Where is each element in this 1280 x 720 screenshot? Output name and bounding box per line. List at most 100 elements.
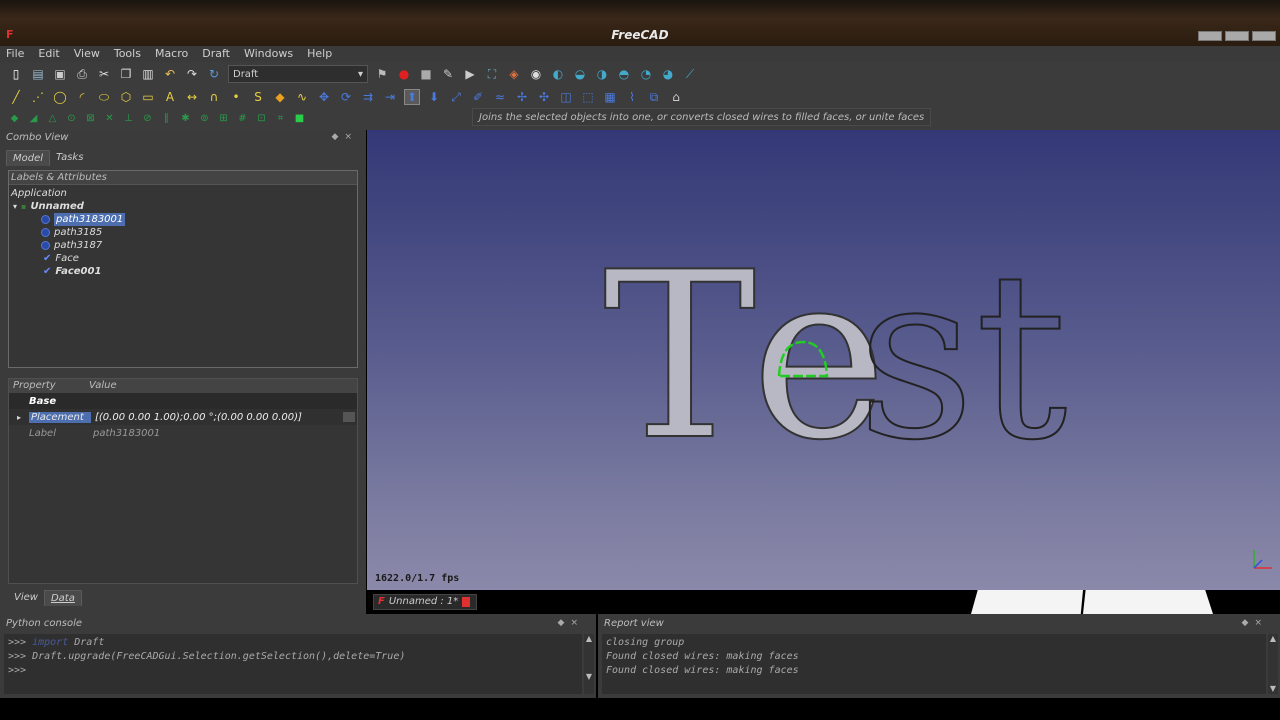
snap-near-icon[interactable]: ⊚	[198, 113, 211, 126]
redo-icon[interactable]: ↷	[184, 66, 200, 82]
workbench-selector[interactable]: Draft ▾	[228, 65, 368, 83]
tree-item[interactable]: ✔ Face	[43, 252, 79, 265]
point-icon[interactable]: •	[228, 89, 244, 105]
snap-lock-icon[interactable]: ◆	[8, 113, 21, 126]
draw-style-icon[interactable]: ◈	[506, 66, 522, 82]
tree-item[interactable]: path3187	[41, 239, 102, 252]
report-view-text[interactable]: closing group Found closed wires: making…	[602, 634, 1266, 694]
shape-2d-view-icon[interactable]: ◫	[558, 89, 574, 105]
trimex-icon[interactable]: ⇥	[382, 89, 398, 105]
cut-icon[interactable]: ✂	[96, 66, 112, 82]
copy-icon[interactable]: ❐	[118, 66, 134, 82]
text-icon[interactable]: A	[162, 89, 178, 105]
record-macro-icon[interactable]: ●	[396, 66, 412, 82]
menu-windows[interactable]: Windows	[244, 46, 293, 62]
ellipse-icon[interactable]: ⬭	[96, 89, 112, 105]
menu-view[interactable]: View	[74, 46, 100, 62]
bspline-icon[interactable]: ∩	[206, 89, 222, 105]
del-point-icon[interactable]: ✣	[536, 89, 552, 105]
edit-placement-button[interactable]	[343, 412, 355, 422]
snap-center-icon[interactable]: ⊙	[65, 113, 78, 126]
edit-icon[interactable]: ✐	[470, 89, 486, 105]
rectangle-icon[interactable]: ▭	[140, 89, 156, 105]
open-document-icon[interactable]: ▤	[30, 66, 46, 82]
expand-arrow-icon[interactable]: ▸	[9, 413, 29, 422]
view-right-icon[interactable]: ◑	[594, 66, 610, 82]
scroll-down-icon[interactable]: ▼	[1268, 684, 1278, 694]
menu-file[interactable]: File	[6, 46, 24, 62]
measure-distance-icon[interactable]: ⟋	[682, 66, 698, 82]
tab-model[interactable]: Model	[6, 150, 51, 166]
snap-extension-icon[interactable]: ⊘	[141, 113, 154, 126]
draft-2-sketch-icon[interactable]: ⬚	[580, 89, 596, 105]
snap-dimensions-icon[interactable]: ⌗	[274, 113, 287, 126]
scroll-up-icon[interactable]: ▲	[584, 634, 594, 644]
scroll-down-icon[interactable]: ▼	[584, 672, 594, 682]
refresh-icon[interactable]: ↻	[206, 66, 222, 82]
stop-macro-icon[interactable]: ■	[418, 66, 434, 82]
snap-special-icon[interactable]: ✱	[179, 113, 192, 126]
fit-all-icon[interactable]: ⛶	[484, 66, 500, 82]
move-icon[interactable]: ✥	[316, 89, 332, 105]
save-icon[interactable]: ▣	[52, 66, 68, 82]
line-icon[interactable]: ╱	[8, 89, 24, 105]
tree-document[interactable]: ▾ ▪ Unnamed	[13, 200, 84, 213]
snap-perpendicular-icon[interactable]: ⊥	[122, 113, 135, 126]
view-front-icon[interactable]: ◐	[550, 66, 566, 82]
offset-icon[interactable]: ⇉	[360, 89, 376, 105]
scroll-up-icon[interactable]: ▲	[1268, 634, 1278, 644]
view-rear-icon[interactable]: ◓	[616, 66, 632, 82]
tree-item[interactable]: path3185	[41, 226, 102, 239]
menu-tools[interactable]: Tools	[114, 46, 141, 62]
facebinder-icon[interactable]: ◆	[272, 89, 288, 105]
property-row-label[interactable]: Label path3183001	[9, 425, 357, 441]
menu-edit[interactable]: Edit	[38, 46, 59, 62]
document-tab[interactable]: F Unnamed : 1*	[373, 594, 478, 610]
view-left-icon[interactable]: ◕	[660, 66, 676, 82]
snap-parallel-icon[interactable]: ∥	[160, 113, 173, 126]
dimension-icon[interactable]: ↔	[184, 89, 200, 105]
console-controls[interactable]: ◆×	[558, 618, 584, 628]
wire-icon[interactable]: ⋰	[30, 89, 46, 105]
menu-help[interactable]: Help	[307, 46, 332, 62]
property-row-placement[interactable]: ▸ Placement [(0.00 0.00 1.00);0.00 °;(0.…	[9, 409, 357, 425]
maximize-button[interactable]	[1225, 31, 1249, 41]
menu-macro[interactable]: Macro	[155, 46, 188, 62]
paste-icon[interactable]: ▥	[140, 66, 156, 82]
new-document-icon[interactable]: ▯	[8, 66, 24, 82]
whats-this-icon[interactable]: ⚑	[374, 66, 390, 82]
expand-arrow-icon[interactable]: ▾	[13, 200, 17, 213]
drawing-icon[interactable]: ⌂	[668, 89, 684, 105]
panel-controls[interactable]: ◆×	[332, 132, 358, 142]
downgrade-icon[interactable]: ⬇	[426, 89, 442, 105]
print-icon[interactable]: ⎙	[74, 66, 90, 82]
arc-icon[interactable]: ◜	[74, 89, 90, 105]
rotate-icon[interactable]: ⟳	[338, 89, 354, 105]
snap-toggle-grid-icon[interactable]: ■	[293, 113, 306, 126]
snap-grid-icon[interactable]: #	[236, 113, 249, 126]
snap-angle-icon[interactable]: ⊠	[84, 113, 97, 126]
snap-endpoint-icon[interactable]: ◢	[27, 113, 40, 126]
tab-data[interactable]: Data	[43, 590, 82, 606]
undo-icon[interactable]: ↶	[162, 66, 178, 82]
tab-tasks[interactable]: Tasks	[50, 150, 89, 166]
view-top-icon[interactable]: ◒	[572, 66, 588, 82]
snap-intersection-icon[interactable]: ✕	[103, 113, 116, 126]
3d-viewport[interactable]: T e st 1622.0/1.7 fps	[367, 130, 1280, 590]
report-controls[interactable]: ◆×	[1242, 618, 1268, 628]
circle-icon[interactable]: ◯	[52, 89, 68, 105]
shapestring-icon[interactable]: S	[250, 89, 266, 105]
python-console-text[interactable]: >>> import Draft >>> Draft.upgrade(FreeC…	[4, 634, 582, 694]
run-macro-icon[interactable]: ▶	[462, 66, 478, 82]
upgrade-icon[interactable]: ⬆	[404, 89, 420, 105]
bezier-icon[interactable]: ∿	[294, 89, 310, 105]
close-button[interactable]	[1252, 31, 1276, 41]
wire-to-bspline-icon[interactable]: ≈	[492, 89, 508, 105]
clone-icon[interactable]: ⧉	[646, 89, 662, 105]
scene-letter-st[interactable]: st	[856, 223, 1068, 492]
minimize-button[interactable]	[1198, 31, 1222, 41]
view-isometric-icon[interactable]: ◉	[528, 66, 544, 82]
polygon-icon[interactable]: ⬡	[118, 89, 134, 105]
snap-workingplane-icon[interactable]: ⊡	[255, 113, 268, 126]
view-bottom-icon[interactable]: ◔	[638, 66, 654, 82]
